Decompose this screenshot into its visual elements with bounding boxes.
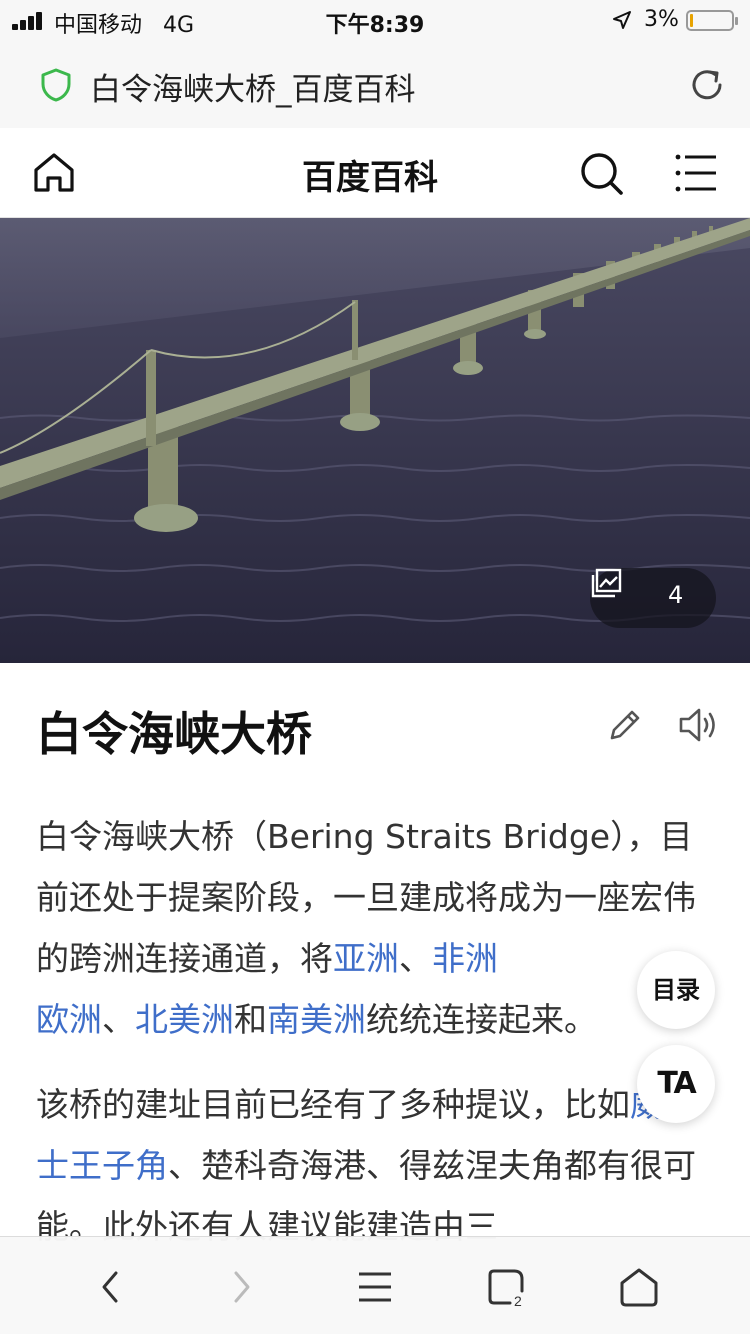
article-paragraph-1: 白令海峡大桥（Bering Straits Bridge），目前还处于提案阶段，… (36, 806, 716, 1050)
battery-percent: 3% (644, 7, 679, 32)
search-icon[interactable] (578, 150, 624, 196)
location-arrow-icon (613, 11, 631, 29)
paragraph-text: 该桥的建址目前已经有了多种提议，比如 (36, 1085, 630, 1124)
separator: 、 (102, 1000, 135, 1039)
gallery-badge[interactable]: 4 (590, 568, 716, 628)
forward-icon[interactable] (218, 1265, 264, 1309)
table-of-contents-button[interactable]: 目录 (637, 951, 715, 1029)
site-title: 百度百科 (302, 158, 438, 198)
tabs-icon[interactable]: 2 (484, 1265, 530, 1309)
gallery-count: 4 (668, 581, 684, 609)
paragraph-text: 和 (234, 1000, 267, 1039)
link-north-america[interactable]: 北美洲 (135, 1000, 234, 1039)
link-europe[interactable]: 欧洲 (36, 1000, 102, 1039)
toc-label: 目录 (652, 976, 700, 1004)
paragraph-text: 统统连接起来。 (366, 1000, 597, 1039)
page-title-in-address-bar[interactable]: 白令海峡大桥_百度百科 (90, 64, 416, 109)
hero-image[interactable]: 4 (0, 218, 750, 663)
article-title: 白令海峡大桥 (36, 707, 312, 761)
home-icon[interactable] (616, 1265, 662, 1309)
battery-icon (686, 10, 738, 31)
link-south-america[interactable]: 南美洲 (267, 1000, 366, 1039)
browser-page: 中国移动 4G 下午8:39 3% 白令海峡大桥_百度百科 百度百科 4 白令海… (0, 0, 750, 1334)
browser-bottom-toolbar: 2 (0, 1236, 750, 1334)
speaker-icon[interactable] (678, 706, 720, 744)
pencil-icon[interactable] (606, 706, 644, 744)
image-gallery-icon (591, 568, 622, 598)
text-size-label: TA (657, 1066, 696, 1101)
article-paragraph-2: 该桥的建址目前已经有了多种提议，比如威尔士王子角、楚科奇海港、得兹涅夫角都有很可… (36, 1074, 716, 1257)
clock: 下午8:39 (325, 13, 425, 38)
address-bar[interactable]: 白令海峡大桥_百度百科 (0, 42, 750, 128)
hamburger-menu-icon[interactable] (674, 152, 718, 194)
menu-icon[interactable] (352, 1265, 398, 1309)
reload-icon[interactable] (688, 66, 726, 104)
text-size-button[interactable]: TA (637, 1045, 715, 1123)
site-nav-bar: 百度百科 (0, 128, 750, 218)
tabs-count: 2 (514, 1293, 522, 1309)
link-africa[interactable]: 非洲 (432, 939, 498, 978)
back-icon[interactable] (88, 1265, 134, 1309)
security-shield-icon (41, 68, 71, 102)
link-asia[interactable]: 亚洲 (333, 939, 399, 978)
separator: 、 (399, 939, 432, 978)
status-bar: 中国移动 4G 下午8:39 3% (0, 0, 750, 42)
